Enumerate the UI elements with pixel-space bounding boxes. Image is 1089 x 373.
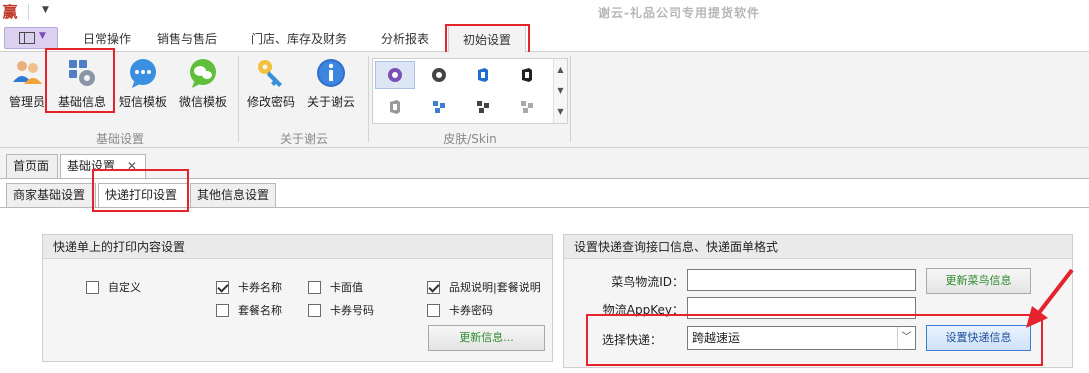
tiles-icon bbox=[477, 101, 489, 113]
gallery-scroll[interactable]: ▲ ▼ ▼ bbox=[553, 59, 567, 123]
checkbox-label: 卡券号码 bbox=[330, 304, 374, 317]
ribbon-tab-store-inventory[interactable]: 门店、库存及财务 bbox=[244, 24, 354, 52]
checkbox-label: 卡券名称 bbox=[238, 281, 282, 294]
admin-label: 管理员 bbox=[8, 95, 45, 109]
group-separator bbox=[238, 56, 239, 142]
tab-other-settings[interactable]: 其他信息设置 bbox=[190, 183, 276, 207]
sms-icon bbox=[130, 59, 156, 88]
checkbox-box[interactable] bbox=[216, 280, 229, 294]
skin-option[interactable] bbox=[375, 93, 415, 121]
panel-title: 设置快递查询接口信息、快递面单格式 bbox=[564, 235, 1072, 259]
group-separator bbox=[570, 56, 571, 142]
checkbox-label: 自定义 bbox=[108, 281, 141, 294]
tiles-icon bbox=[433, 101, 445, 113]
checkbox-box[interactable] bbox=[427, 280, 440, 294]
highlight-box-sub-tab bbox=[92, 169, 189, 212]
checkbox-box[interactable] bbox=[427, 303, 440, 317]
checkbox-label: 品规说明|套餐说明 bbox=[449, 281, 541, 294]
about-label: 关于谢云 bbox=[306, 95, 355, 109]
doc-tab-home[interactable]: 首页面 bbox=[6, 154, 58, 178]
gallery-expand-icon[interactable]: ▼ bbox=[554, 101, 567, 122]
cainiao-id-label: 菜鸟物流ID： bbox=[611, 275, 684, 289]
checkbox-card-name[interactable]: 卡券名称 bbox=[216, 279, 282, 295]
change-password-label: 修改密码 bbox=[246, 95, 295, 109]
checkbox-label: 套餐名称 bbox=[238, 304, 282, 317]
key-icon bbox=[258, 60, 282, 87]
ribbon-body: 管理员 基础信息 短信模板 微信模板 基础设置 修改密码 关于谢云 关于谢云 ▲… bbox=[0, 52, 1089, 148]
sms-template-button[interactable]: 短信模板 bbox=[116, 56, 170, 114]
app-logo[interactable]: 赢 bbox=[0, 2, 20, 22]
highlight-box-tab bbox=[445, 24, 530, 54]
checkbox-label: 卡面值 bbox=[330, 281, 363, 294]
highlight-box-express bbox=[586, 314, 1043, 366]
doc-tab-label: 首页面 bbox=[13, 159, 50, 173]
skin-option[interactable] bbox=[507, 93, 547, 121]
panel-title: 快递单上的打印内容设置 bbox=[43, 235, 552, 259]
group-label-basic: 基础设置 bbox=[95, 132, 144, 146]
skin-option[interactable] bbox=[463, 93, 503, 121]
app-menu-icon bbox=[19, 32, 35, 44]
update-info-button[interactable]: 更新信息... bbox=[428, 325, 545, 351]
skin-option[interactable] bbox=[463, 61, 503, 89]
ribbon-tab-bar: ▼ 日常操作 销售与售后 门店、库存及财务 分析报表 初始设置 bbox=[0, 24, 1089, 53]
checkbox-box[interactable] bbox=[308, 280, 321, 294]
tiles-icon bbox=[521, 101, 533, 113]
update-cainiao-button[interactable]: 更新菜鸟信息 bbox=[926, 268, 1031, 294]
tab-merchant-settings[interactable]: 商家基础设置 bbox=[6, 183, 96, 207]
cainiao-id-input[interactable] bbox=[687, 269, 916, 291]
scroll-up-icon[interactable]: ▲ bbox=[554, 59, 567, 80]
checkbox-box[interactable] bbox=[308, 303, 321, 317]
skin-gallery: ▲ ▼ ▼ bbox=[372, 58, 568, 124]
checkbox-custom[interactable]: 自定义 bbox=[86, 279, 141, 295]
skin-icon bbox=[388, 68, 402, 82]
checkbox-spec-desc[interactable]: 品规说明|套餐说明 bbox=[427, 279, 541, 295]
office-icon bbox=[478, 68, 488, 82]
chevron-down-icon: ▼ bbox=[39, 31, 46, 41]
quick-access-dropdown-icon[interactable]: ▼ bbox=[42, 5, 49, 15]
highlight-box-basic-info bbox=[45, 48, 115, 113]
skin-option[interactable] bbox=[507, 61, 547, 89]
ribbon-tab-reports[interactable]: 分析报表 bbox=[372, 24, 438, 52]
checkbox-box[interactable] bbox=[86, 280, 99, 294]
office-icon bbox=[390, 100, 400, 114]
skin-option[interactable] bbox=[375, 61, 415, 89]
group-separator bbox=[368, 56, 369, 142]
annotation-arrow bbox=[1026, 268, 1074, 328]
wechat-template-button[interactable]: 微信模板 bbox=[176, 56, 230, 114]
checkbox-card-number[interactable]: 卡券号码 bbox=[308, 302, 374, 318]
users-icon bbox=[13, 61, 42, 84]
about-button[interactable]: 关于谢云 bbox=[304, 56, 358, 114]
print-content-panel: 快递单上的打印内容设置 自定义 卡券名称 卡面值 品规说明|套餐说明 套餐名称 … bbox=[42, 234, 553, 362]
skin-option[interactable] bbox=[419, 93, 459, 121]
sms-template-label: 短信模板 bbox=[118, 95, 167, 109]
group-label-skin: 皮肤/Skin bbox=[443, 132, 497, 146]
change-password-button[interactable]: 修改密码 bbox=[244, 56, 298, 114]
ribbon-tab-sales[interactable]: 销售与售后 bbox=[150, 24, 224, 52]
checkbox-package-name[interactable]: 套餐名称 bbox=[216, 302, 282, 318]
skin-icon bbox=[432, 68, 446, 82]
application-menu-button[interactable]: ▼ bbox=[4, 27, 58, 49]
window-title: 谢云-礼品公司专用提货软件 bbox=[598, 6, 760, 20]
wechat-icon bbox=[190, 59, 216, 88]
info-icon bbox=[317, 59, 345, 87]
scroll-down-icon[interactable]: ▼ bbox=[554, 80, 567, 101]
quick-access-separator bbox=[28, 4, 29, 20]
checkbox-label: 卡券密码 bbox=[449, 304, 493, 317]
checkbox-card-password[interactable]: 卡券密码 bbox=[427, 302, 493, 318]
office-icon bbox=[522, 68, 532, 82]
skin-option[interactable] bbox=[419, 61, 459, 89]
admin-button[interactable]: 管理员 bbox=[4, 56, 50, 114]
checkbox-box[interactable] bbox=[216, 303, 229, 317]
title-bar: 赢 ▼ 谢云-礼品公司专用提货软件 bbox=[0, 0, 1089, 24]
wechat-template-label: 微信模板 bbox=[178, 95, 227, 109]
group-label-about: 关于谢云 bbox=[279, 132, 328, 146]
checkbox-face-value[interactable]: 卡面值 bbox=[308, 279, 363, 295]
